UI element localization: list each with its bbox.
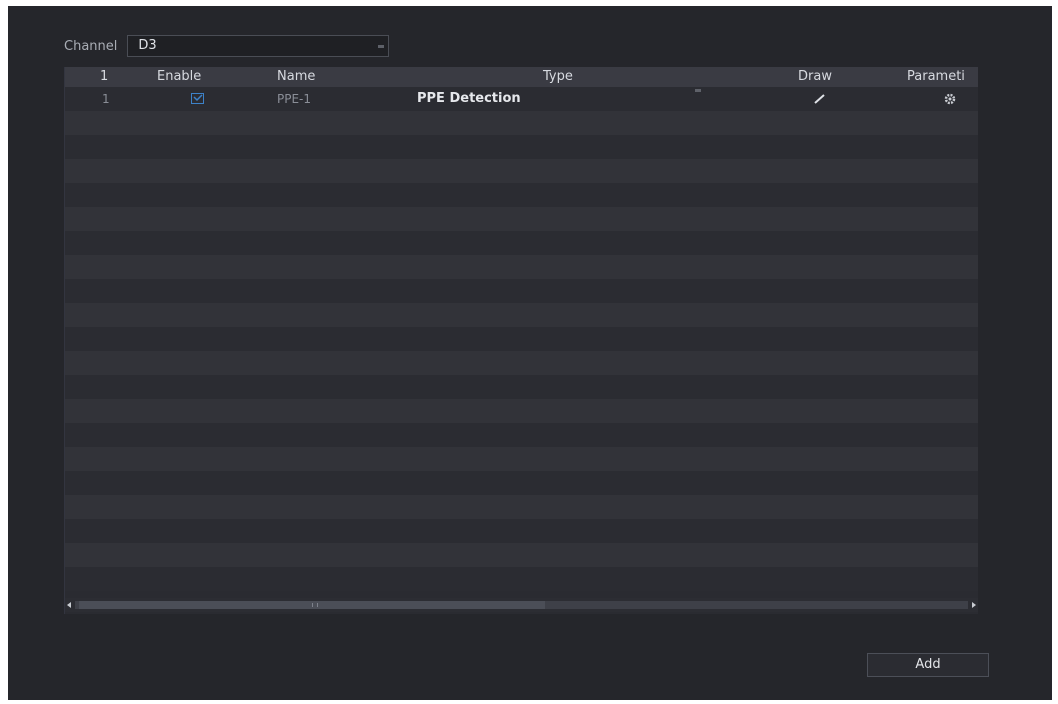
horizontal-scrollbar[interactable] <box>65 598 978 612</box>
channel-select-value: D3 <box>138 38 157 53</box>
scroll-thumb[interactable] <box>79 601 545 609</box>
chevron-down-icon <box>378 45 385 48</box>
column-header-type: Type <box>543 69 573 84</box>
channel-label: Channel <box>64 38 118 54</box>
chevron-down-icon <box>695 89 701 92</box>
channel-row: Channel D3 <box>64 34 390 58</box>
grip-icon <box>312 603 318 607</box>
column-header-parameter: Parameti <box>907 69 965 84</box>
rule-name: PPE-1 <box>277 92 312 106</box>
scroll-left-arrow-icon[interactable] <box>67 602 71 608</box>
enable-checkbox[interactable] <box>191 93 204 104</box>
column-header-draw: Draw <box>798 69 832 84</box>
column-header-name: Name <box>277 69 316 84</box>
row-index: 1 <box>102 92 110 106</box>
gear-icon[interactable] <box>943 92 957 106</box>
table-row[interactable]: 1 PPE-1 PPE Detection <box>65 89 978 111</box>
scroll-right-arrow-icon[interactable] <box>972 602 976 608</box>
table-header: 1 Enable Name Type Draw Parameti <box>65 67 978 87</box>
add-button[interactable]: Add <box>867 653 989 677</box>
checkmark-icon <box>193 94 203 102</box>
smart-plan-panel: Channel D3 1 Enable Name Type Draw Param… <box>8 6 1052 700</box>
rule-type-select[interactable]: PPE Detection <box>417 89 521 109</box>
column-header-enable: Enable <box>157 69 202 84</box>
pencil-icon[interactable] <box>813 93 827 105</box>
table-body <box>65 87 978 597</box>
rule-table: 1 Enable Name Type Draw Parameti 1 PPE-1… <box>64 67 978 614</box>
channel-select[interactable]: D3 <box>127 35 390 57</box>
column-header-index: 1 <box>100 69 109 84</box>
